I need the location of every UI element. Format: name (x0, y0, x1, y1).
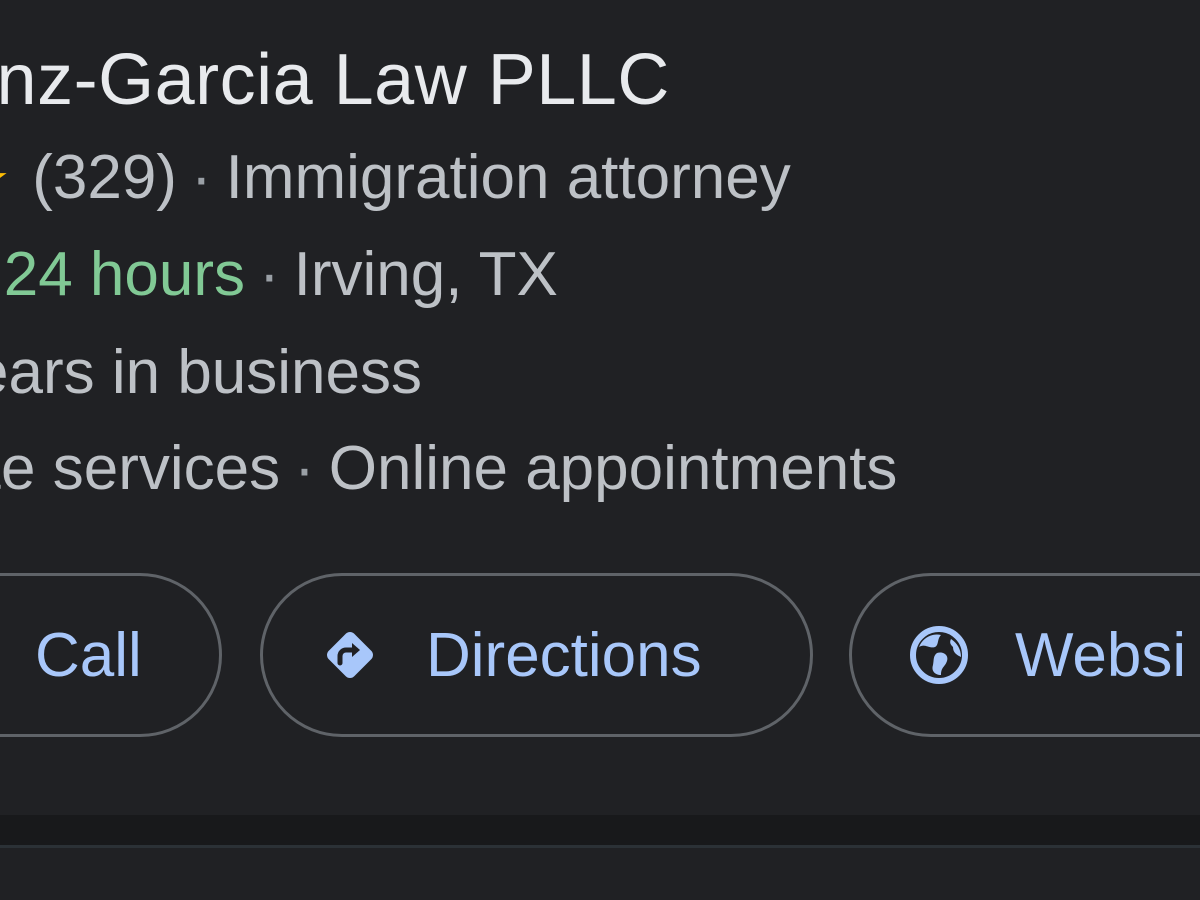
place-location: Irving, TX (293, 240, 558, 309)
website-label: Websi (1015, 620, 1187, 690)
directions-icon (327, 632, 373, 678)
star-icon: ★ (0, 147, 10, 210)
section-divider (0, 815, 1200, 845)
call-label: Call (35, 620, 142, 690)
next-section (0, 848, 1200, 900)
separator: · (190, 143, 212, 212)
directions-button[interactable]: Directions (260, 573, 813, 737)
services-onsite: ite services (0, 434, 281, 503)
place-category: Immigration attorney (225, 143, 791, 212)
call-button[interactable]: Call (0, 573, 222, 737)
separator: · (259, 240, 280, 309)
services-online: Online appointments (328, 434, 898, 503)
place-card: enz-Garcia Law PLLC ★(329)·Immigration a… (0, 0, 1200, 815)
separator: · (294, 434, 315, 503)
rating-row: ★(329)·Immigration attorney (0, 147, 791, 209)
place-title: enz-Garcia Law PLLC (0, 40, 670, 120)
review-count[interactable]: (329) (32, 143, 177, 212)
directions-label: Directions (426, 620, 702, 690)
years-in-business: ears in business (0, 338, 423, 407)
hours-row: n 24 hours·Irving, TX (0, 244, 558, 306)
services-row: ite services · Online appointments (0, 438, 897, 500)
hours-status: n 24 hours (0, 240, 245, 309)
globe-icon (910, 626, 968, 684)
website-button[interactable]: Websi (849, 573, 1200, 737)
